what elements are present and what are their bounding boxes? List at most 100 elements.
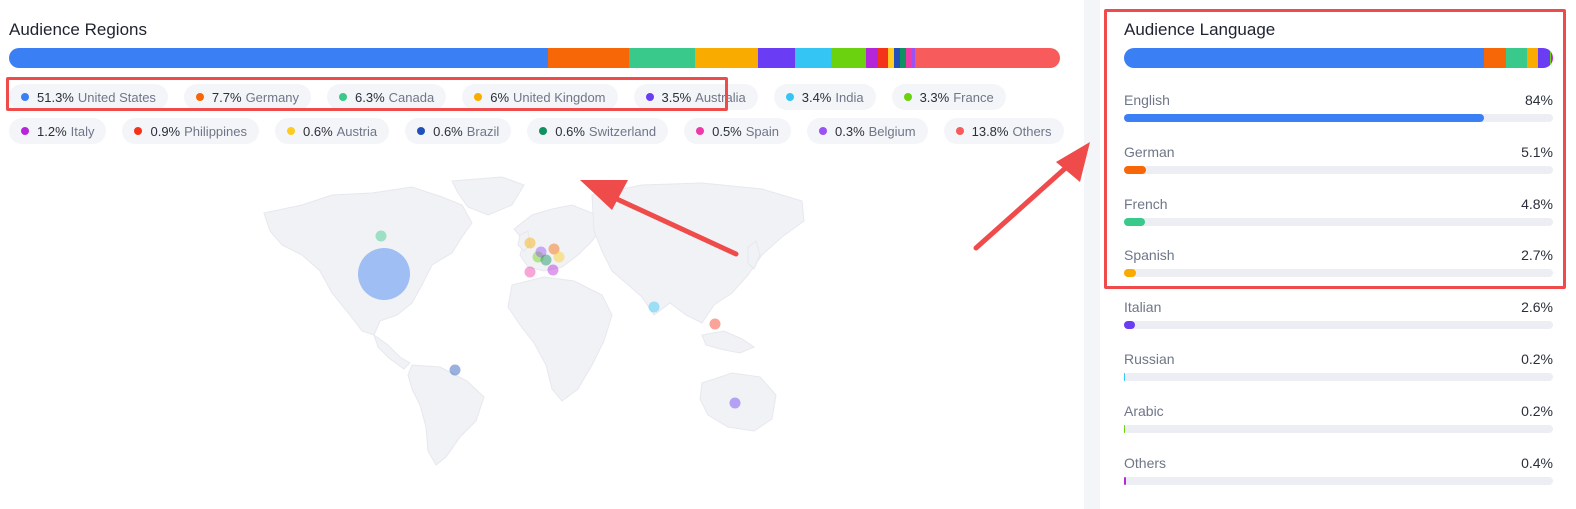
language-progress-track <box>1124 476 1553 485</box>
region-bubble[interactable] <box>648 301 660 313</box>
legend-dot-icon <box>539 127 548 135</box>
region-name: Italy <box>70 123 95 139</box>
region-pct: 6% <box>490 89 510 105</box>
language-row: Russian 0.2% <box>1124 351 1553 383</box>
region-name: Belgium <box>868 123 916 139</box>
regions-bar-segment <box>830 48 866 68</box>
region-legend-chip[interactable]: 3.5% Australia <box>633 84 758 110</box>
language-pct: 2.7% <box>1521 247 1553 264</box>
region-legend-chip[interactable]: 0.3% Belgium <box>807 118 928 144</box>
legend-dot-icon <box>195 93 204 101</box>
language-progress-track <box>1124 321 1553 330</box>
region-name: Others <box>1012 123 1052 139</box>
legend-dot-icon <box>785 93 794 101</box>
regions-legend-row-2: 1.2% Italy 0.9% Philippines 0.6% Austria 0.6% B… <box>9 118 1069 144</box>
region-bubble[interactable] <box>729 397 741 409</box>
language-bar-segment <box>1484 48 1507 68</box>
legend-dot-icon <box>417 127 426 135</box>
language-progress-track <box>1124 165 1553 174</box>
region-legend-chip[interactable]: 1.2% Italy <box>9 118 107 144</box>
regions-bar-segment <box>548 48 630 68</box>
region-bubble[interactable] <box>709 318 721 330</box>
language-progress-fill <box>1124 476 1126 485</box>
region-legend-chip[interactable]: 0.9% Philippines <box>122 118 259 144</box>
region-pct: 3.5% <box>661 89 692 105</box>
region-pct: 0.5% <box>712 123 742 139</box>
regions-bar-segment <box>878 48 888 68</box>
region-bubble[interactable] <box>547 264 559 276</box>
region-name: United States <box>77 89 156 105</box>
language-pct: 0.4% <box>1521 454 1553 471</box>
language-progress-fill <box>1124 373 1125 381</box>
region-bubble[interactable] <box>553 251 565 263</box>
region-name: Canada <box>388 89 435 105</box>
language-name: Russian <box>1124 351 1175 367</box>
language-pct: 0.2% <box>1521 351 1553 367</box>
language-title: Audience Language <box>1124 20 1276 39</box>
region-name: Austria <box>336 123 378 139</box>
region-legend-chip[interactable]: 6% United Kingdom <box>462 84 618 110</box>
regions-bar-segment <box>9 48 549 68</box>
language-progress-track <box>1124 424 1553 433</box>
region-pct: 0.9% <box>150 123 181 139</box>
region-legend-chip[interactable]: 6.3% Canada <box>327 84 447 110</box>
region-pct: 51.3% <box>37 89 74 105</box>
regions-bar-segment <box>695 48 759 68</box>
region-pct: 7.7% <box>211 89 242 105</box>
legend-dot-icon <box>645 93 654 101</box>
region-bubble[interactable] <box>358 248 410 300</box>
language-row: Arabic 0.2% <box>1124 403 1553 435</box>
region-bubble[interactable] <box>540 254 552 266</box>
region-legend-chip[interactable]: 13.8% Others <box>943 118 1064 144</box>
language-stacked-bar <box>1124 48 1553 68</box>
regions-stacked-bar <box>9 48 1060 68</box>
legend-dot-icon <box>339 93 348 101</box>
language-progress-fill <box>1124 424 1125 433</box>
legend-dot-icon <box>21 93 29 101</box>
legend-dot-icon <box>21 127 29 135</box>
region-legend-chip[interactable]: 51.3% United States <box>9 84 168 110</box>
language-row: Spanish 2.7% <box>1124 247 1553 279</box>
region-legend-chip[interactable]: 7.7% Germany <box>183 84 312 110</box>
regions-title: Audience Regions <box>9 20 147 39</box>
language-pct: 2.6% <box>1521 299 1553 316</box>
region-bubble[interactable] <box>449 364 461 376</box>
regions-bar-segment <box>629 48 696 68</box>
region-legend-chip[interactable]: 3.3% France <box>891 84 1006 110</box>
language-row: German 5.1% <box>1124 144 1553 176</box>
language-progress-track <box>1124 217 1553 226</box>
panel-divider <box>1084 0 1100 509</box>
legend-dot-icon <box>287 127 295 135</box>
region-pct: 3.3% <box>919 89 950 105</box>
region-name: Switzerland <box>588 123 657 139</box>
legend-dot-icon <box>474 93 483 101</box>
legend-dot-icon <box>696 127 705 135</box>
region-legend-chip[interactable]: 3.4% India <box>773 84 876 110</box>
regions-bar-segment <box>795 48 831 68</box>
legend-dot-icon <box>134 127 143 135</box>
language-progress-fill <box>1124 114 1485 122</box>
region-name: India <box>835 89 864 105</box>
language-bar-segment <box>1124 48 1485 68</box>
region-pct: 3.4% <box>801 89 832 105</box>
region-legend-chip[interactable]: 0.6% Austria <box>275 118 390 144</box>
region-legend-chip[interactable]: 0.5% Spain <box>684 118 791 144</box>
language-bar-segment <box>1538 48 1550 68</box>
language-row: Others 0.4% <box>1124 455 1553 487</box>
language-progress-fill <box>1124 321 1136 330</box>
language-progress-track <box>1124 373 1553 381</box>
regions-legend-row-1: 51.3% United States 7.7% Germany 6.3% Canada 6… <box>9 84 1069 110</box>
language-progress-fill <box>1124 165 1146 174</box>
regions-bar-segment <box>865 48 879 68</box>
region-bubble[interactable] <box>375 230 387 242</box>
region-name: Germany <box>245 89 300 105</box>
region-legend-chip[interactable]: 0.6% Brazil <box>405 118 512 144</box>
language-pct: 5.1% <box>1521 143 1553 160</box>
legend-dot-icon <box>819 127 827 135</box>
language-row: Italian 2.6% <box>1124 299 1553 331</box>
language-row: French 4.8% <box>1124 196 1553 228</box>
region-bubble[interactable] <box>524 266 536 278</box>
region-pct: 13.8% <box>971 123 1009 139</box>
region-legend-chip[interactable]: 0.6% Switzerland <box>527 118 669 144</box>
region-bubble[interactable] <box>524 237 536 249</box>
